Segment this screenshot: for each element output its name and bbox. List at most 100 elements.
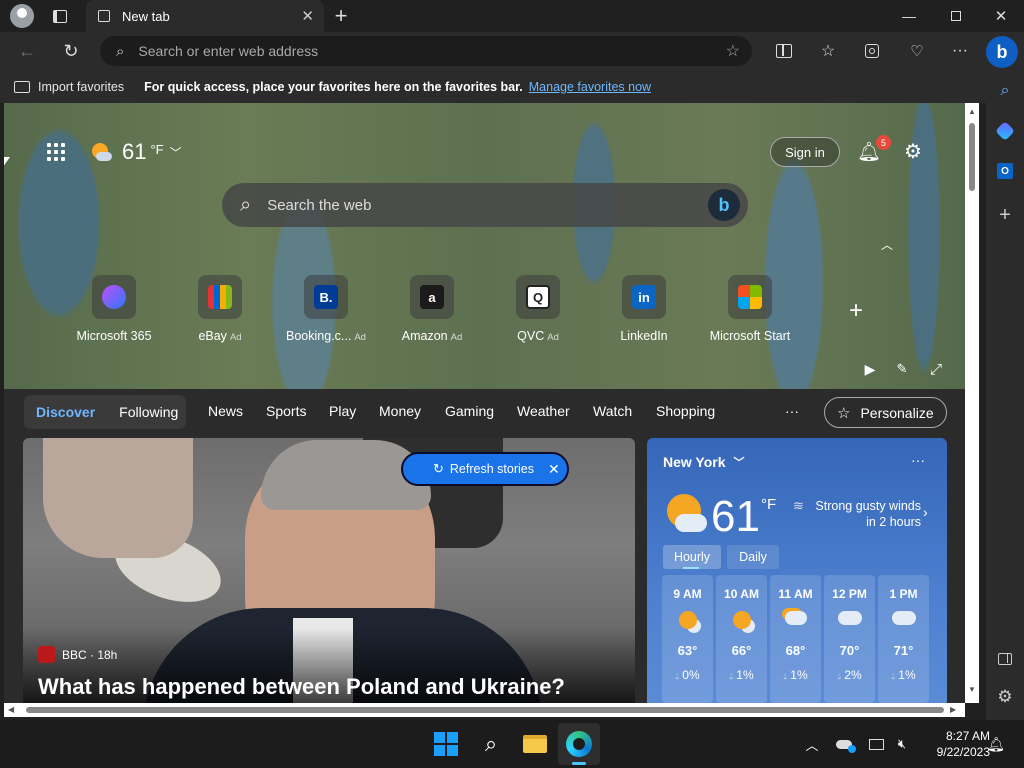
bing-logo-icon[interactable]: b: [708, 189, 740, 221]
taskbar-search-icon[interactable]: ⌕: [478, 730, 504, 758]
sidebar-copilot-icon[interactable]: [994, 120, 1016, 142]
weather-location[interactable]: New York ﹀: [663, 454, 745, 470]
sign-in-button[interactable]: Sign in: [770, 137, 840, 167]
tab-weather[interactable]: Weather: [517, 403, 570, 419]
tab-play[interactable]: Play: [329, 403, 356, 419]
microsoft-365-icon: [102, 285, 126, 309]
shortcut-qvc[interactable]: Q QVC Ad: [488, 275, 588, 343]
fullscreen-expand-icon[interactable]: ⤢: [926, 359, 946, 379]
manage-favorites-link[interactable]: Manage favorites now: [529, 80, 651, 94]
tab-watch[interactable]: Watch: [593, 403, 632, 419]
daily-tab[interactable]: Daily: [727, 545, 779, 569]
favorite-star-icon[interactable]: ☆: [726, 41, 740, 61]
story-headline[interactable]: What has happened between Poland and Ukr…: [38, 674, 565, 700]
scroll-right-arrow-icon[interactable]: ▶: [950, 705, 956, 714]
tab-new-tab[interactable]: New tab ✕: [86, 0, 324, 32]
shortcut-ebay[interactable]: eBay Ad: [170, 275, 270, 343]
sidebar-outlook-icon[interactable]: O: [994, 160, 1016, 182]
weather-widget[interactable]: 61 °F ﹀: [90, 137, 182, 167]
page-settings-gear-icon[interactable]: ⚙: [900, 138, 926, 164]
tab-news[interactable]: News: [208, 403, 243, 419]
tab-actions-icon[interactable]: [50, 6, 70, 26]
background-edit-icon[interactable]: ✎: [892, 359, 912, 379]
profile-avatar[interactable]: [10, 4, 34, 28]
show-hidden-icons-chevron-icon[interactable]: ︿: [803, 734, 821, 754]
shortcut-booking[interactable]: B. Booking.c... Ad: [276, 275, 376, 343]
restore-button[interactable]: [943, 4, 969, 28]
file-explorer-icon[interactable]: [522, 732, 548, 756]
new-tab-button[interactable]: +: [330, 3, 352, 28]
personalize-button[interactable]: ☆ Personalize: [824, 397, 947, 428]
windows-start-icon[interactable]: [434, 732, 458, 756]
refresh-button[interactable]: ↻: [60, 40, 82, 62]
hourly-forecast-10am[interactable]: 10 AM 66° 💧︎ 1%: [716, 575, 767, 703]
minimize-button[interactable]: —: [896, 4, 922, 28]
favorites-icon[interactable]: ☆: [818, 40, 838, 62]
booking-icon: B.: [314, 285, 338, 309]
volume-muted-icon[interactable]: 🔇︎: [892, 734, 912, 754]
web-search-icon: ⌕: [240, 193, 252, 216]
hourly-tab[interactable]: Hourly: [663, 545, 721, 569]
clock[interactable]: 8:27 AM 9/22/2023: [916, 728, 990, 760]
collapse-shortcuts-icon[interactable]: ︿: [878, 235, 896, 253]
scroll-up-arrow-icon[interactable]: ▲: [968, 107, 976, 116]
shortcut-amazon[interactable]: a Amazon Ad: [382, 275, 482, 343]
collections-icon[interactable]: [862, 41, 882, 61]
shortcut-microsoft-365[interactable]: Microsoft 365: [64, 275, 164, 343]
scroll-down-arrow-icon[interactable]: ▼: [968, 685, 976, 694]
cloudy-icon: [878, 611, 929, 635]
top-story-card[interactable]: ↻ Refresh stories ✕ BBC · 18h What has h…: [23, 438, 635, 703]
shortcut-microsoft-start[interactable]: Microsoft Start: [700, 275, 800, 343]
close-tab-icon[interactable]: ✕: [301, 7, 314, 25]
browser-essentials-icon[interactable]: ♡: [906, 40, 928, 62]
more-menu-icon[interactable]: ···: [950, 40, 970, 62]
hourly-forecast-1pm[interactable]: 1 PM 71° 💧︎ 1%: [878, 575, 929, 703]
sidebar-hide-icon[interactable]: [994, 648, 1016, 670]
weather-card-unit: °F: [761, 496, 777, 513]
close-window-button[interactable]: ✕: [988, 4, 1014, 28]
tab-following[interactable]: Following: [119, 404, 178, 420]
new-tab-page: 61 °F ﹀ Sign in 🔔︎ 5 ⚙ ⌕ Search the web …: [4, 103, 965, 703]
back-button[interactable]: ←: [16, 40, 38, 62]
tab-gaming[interactable]: Gaming: [445, 403, 494, 419]
add-shortcut-icon[interactable]: +: [844, 297, 868, 324]
horizontal-scroll-thumb[interactable]: [26, 707, 944, 713]
tab-sports[interactable]: Sports: [266, 403, 306, 419]
shortcut-linkedin[interactable]: in LinkedIn: [594, 275, 694, 343]
network-icon[interactable]: [866, 734, 886, 754]
split-screen-icon[interactable]: [774, 42, 794, 60]
sidebar-add-icon[interactable]: +: [994, 204, 1016, 226]
horizontal-scrollbar[interactable]: ◀ ▶: [4, 703, 965, 717]
weather-alert[interactable]: Strong gusty winds in 2 hours: [811, 498, 921, 530]
hourly-forecast-12pm[interactable]: 12 PM 70° 💧︎ 2%: [824, 575, 875, 703]
scroll-left-arrow-icon[interactable]: ◀: [8, 705, 14, 714]
alert-chevron-right-icon[interactable]: ›: [923, 504, 928, 520]
web-search-box[interactable]: ⌕ Search the web b: [222, 183, 748, 227]
sidebar-settings-icon[interactable]: ⚙: [994, 686, 1016, 708]
address-bar[interactable]: ⌕ Search or enter web address ☆: [100, 36, 752, 66]
edge-sidebar: ⌕ O + ⚙: [986, 70, 1024, 720]
onedrive-icon[interactable]: [834, 734, 856, 754]
bing-chat-icon[interactable]: b: [986, 36, 1018, 68]
new-tab-icon: [98, 10, 110, 22]
vertical-scrollbar[interactable]: ▲ ▼: [965, 103, 979, 703]
hourly-forecast-11am[interactable]: 11 AM 68° 💧︎ 1%: [770, 575, 821, 703]
import-favorites-button[interactable]: Import favorites: [38, 80, 124, 94]
tab-shopping[interactable]: Shopping: [656, 403, 715, 419]
rain-drop-icon: 💧︎: [675, 671, 679, 681]
edge-browser-icon[interactable]: [566, 731, 592, 757]
hourly-forecast-9am[interactable]: 9 AM 63° 💧︎ 0%: [662, 575, 713, 703]
weather-more-icon[interactable]: ···: [911, 452, 925, 468]
sidebar-search-icon[interactable]: ⌕: [994, 80, 1016, 102]
chevron-down-icon[interactable]: ﹀: [170, 144, 182, 161]
tab-discover[interactable]: Discover: [36, 404, 95, 420]
notification-center-bell-icon[interactable]: 🔔︎: [986, 734, 1006, 754]
play-video-icon[interactable]: ▶: [860, 359, 880, 379]
mouse-cursor-icon: [4, 157, 10, 171]
more-tabs-button[interactable]: ···: [785, 403, 799, 419]
vertical-scroll-thumb[interactable]: [969, 123, 975, 191]
dismiss-refresh-icon[interactable]: ✕: [548, 461, 560, 478]
tab-money[interactable]: Money: [379, 403, 421, 419]
apps-launcher-icon[interactable]: [44, 140, 68, 164]
refresh-stories-button[interactable]: ↻ Refresh stories ✕: [401, 452, 569, 486]
